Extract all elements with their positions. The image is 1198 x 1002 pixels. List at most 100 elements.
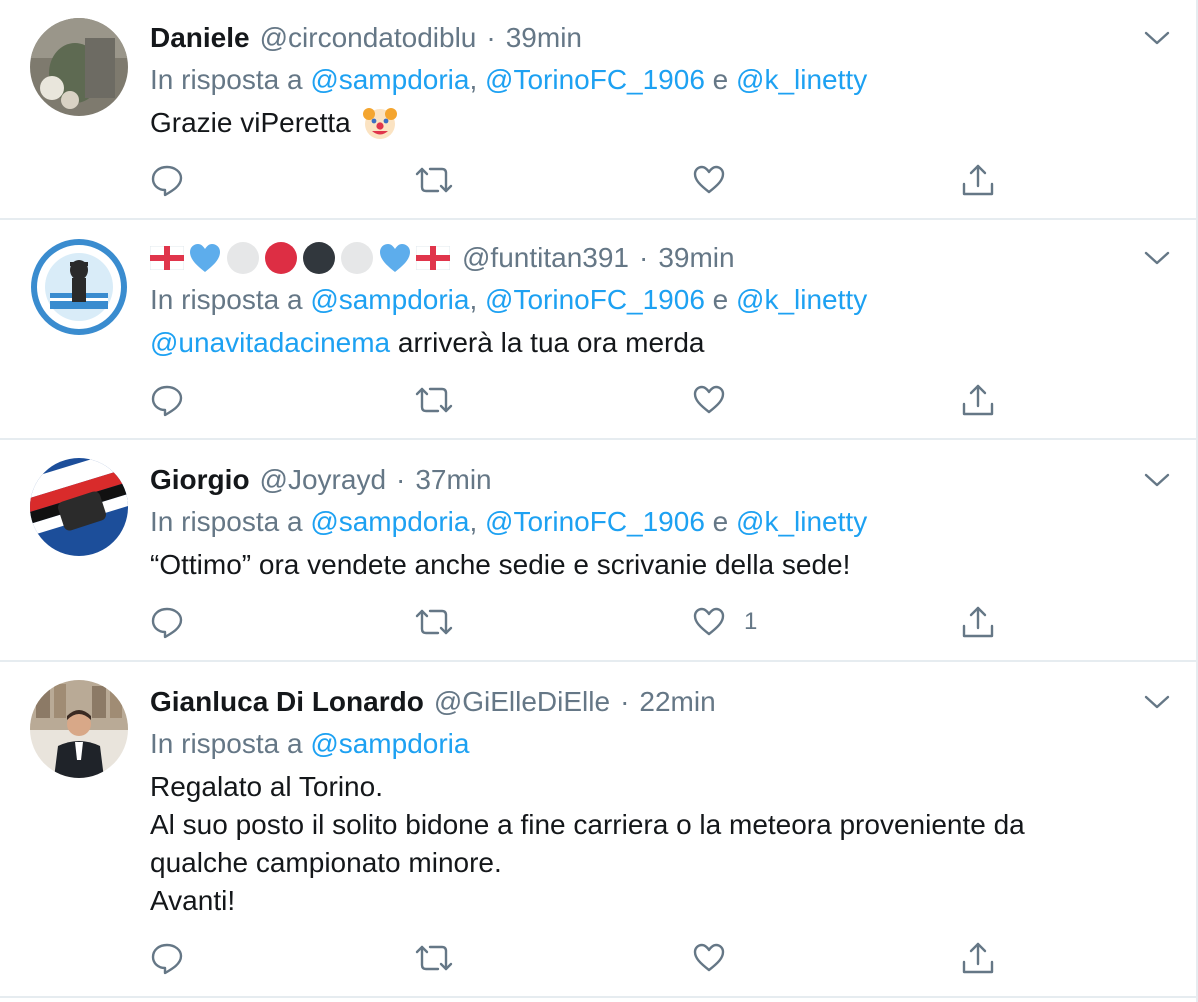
joiner: e xyxy=(704,284,737,315)
mention-link[interactable]: @sampdoria xyxy=(310,284,469,315)
timestamp[interactable]: 37min xyxy=(415,464,491,496)
mention-link[interactable]: @TorinoFC_1906 xyxy=(485,506,705,537)
england-flag-icon xyxy=(416,246,450,270)
tweet-text: “Ottimo” ora vendete anche sedie e scriv… xyxy=(150,546,850,584)
reply-context: In risposta a @sampdoria, @TorinoFC_1906… xyxy=(150,282,867,318)
separator: · xyxy=(486,22,496,53)
like-count: 1 xyxy=(744,608,758,635)
mention-link[interactable]: @sampdoria xyxy=(310,506,469,537)
display-name[interactable]: Giorgio xyxy=(150,464,250,496)
tweet-text: Regalato al Torino. Al suo posto il soli… xyxy=(150,768,1025,920)
user-handle[interactable]: @GiElleDiElle xyxy=(434,686,610,718)
tweet-text: Grazie viPeretta xyxy=(150,104,399,142)
separator: · xyxy=(639,242,649,273)
mention-link[interactable]: @TorinoFC_1906 xyxy=(485,64,705,95)
tweet-card[interactable]: Daniele @circondatodiblu · 39min In risp… xyxy=(0,0,1196,220)
avatar[interactable] xyxy=(30,458,128,556)
tweet-text-line: Al suo posto il solito bidone a fine car… xyxy=(150,809,1025,840)
tweet-header: Giorgio @Joyrayd · 37min xyxy=(150,462,492,498)
retweet-icon[interactable] xyxy=(414,383,454,417)
retweet-icon[interactable] xyxy=(414,941,454,975)
joiner: e xyxy=(704,64,737,95)
tweet-text-content: Grazie viPeretta xyxy=(150,107,351,138)
reply-action[interactable] xyxy=(150,380,184,420)
blue-heart-icon xyxy=(380,244,410,272)
chevron-down-icon[interactable] xyxy=(1144,694,1170,710)
mention-link[interactable]: @k_linetty xyxy=(736,64,867,95)
display-name[interactable]: Daniele xyxy=(150,22,250,54)
joiner: , xyxy=(469,64,486,95)
mention-link[interactable]: @k_linetty xyxy=(736,506,867,537)
like-action[interactable] xyxy=(692,160,744,200)
chevron-down-icon[interactable] xyxy=(1144,472,1170,488)
joiner: , xyxy=(469,284,486,315)
share-icon[interactable] xyxy=(960,382,996,418)
user-handle[interactable]: @Joyrayd xyxy=(260,464,386,496)
chevron-down-icon[interactable] xyxy=(1144,250,1170,266)
share-action[interactable] xyxy=(960,602,996,642)
reply-prefix: In risposta a xyxy=(150,506,303,537)
mention-link[interactable]: @TorinoFC_1906 xyxy=(485,284,705,315)
tweet-text-line: qualche campionato minore. xyxy=(150,847,502,878)
joiner: e xyxy=(704,506,737,537)
like-icon[interactable] xyxy=(692,163,726,197)
chevron-down-icon[interactable] xyxy=(1144,30,1170,46)
mention-link[interactable]: @unavitadacinema xyxy=(150,327,390,358)
like-action[interactable] xyxy=(692,938,744,978)
separator: · xyxy=(396,464,406,495)
white-circle-icon xyxy=(227,242,259,274)
share-action[interactable] xyxy=(960,380,996,420)
share-action[interactable] xyxy=(960,938,996,978)
reply-icon[interactable] xyxy=(150,163,184,197)
like-icon[interactable] xyxy=(692,383,726,417)
display-name[interactable] xyxy=(150,241,450,275)
tweet-header: Daniele @circondatodiblu · 39min xyxy=(150,20,582,56)
display-name[interactable]: Gianluca Di Lonardo xyxy=(150,686,424,718)
reply-icon[interactable] xyxy=(150,941,184,975)
retweet-action[interactable] xyxy=(414,602,454,642)
share-icon[interactable] xyxy=(960,162,996,198)
share-icon[interactable] xyxy=(960,940,996,976)
blue-heart-icon xyxy=(190,244,220,272)
mention-link[interactable]: @k_linetty xyxy=(736,284,867,315)
like-action[interactable] xyxy=(692,380,744,420)
retweet-icon[interactable] xyxy=(414,163,454,197)
mention-link[interactable]: @sampdoria xyxy=(310,64,469,95)
timestamp[interactable]: 22min xyxy=(639,686,715,718)
like-icon[interactable] xyxy=(692,941,726,975)
reply-action[interactable] xyxy=(150,160,184,200)
retweet-icon[interactable] xyxy=(414,605,454,639)
like-action[interactable]: 1 xyxy=(692,602,757,642)
tweet-text-line: Regalato al Torino. xyxy=(150,771,383,802)
avatar[interactable] xyxy=(30,18,128,116)
avatar[interactable] xyxy=(30,238,128,336)
avatar[interactable] xyxy=(30,680,128,778)
retweet-action[interactable] xyxy=(414,380,454,420)
retweet-action[interactable] xyxy=(414,160,454,200)
tweet-text-content: arriverà la tua ora merda xyxy=(397,327,705,358)
timestamp[interactable]: 39min xyxy=(658,242,734,274)
retweet-action[interactable] xyxy=(414,938,454,978)
user-handle[interactable]: @circondatodiblu xyxy=(260,22,477,54)
share-action[interactable] xyxy=(960,160,996,200)
timestamp[interactable]: 39min xyxy=(506,22,582,54)
tweet-header: @funtitan391 · 39min xyxy=(150,240,735,276)
tweet-text-line: Avanti! xyxy=(150,885,236,916)
reply-context: In risposta a @sampdoria, @TorinoFC_1906… xyxy=(150,62,867,98)
user-handle[interactable]: @funtitan391 xyxy=(462,242,629,274)
mention-link[interactable]: @sampdoria xyxy=(310,728,469,759)
reply-action[interactable] xyxy=(150,938,184,978)
clown-face-icon xyxy=(362,108,397,139)
tweet-feed: Daniele @circondatodiblu · 39min In risp… xyxy=(0,0,1198,1002)
england-flag-icon xyxy=(150,246,184,270)
reply-action[interactable] xyxy=(150,602,184,642)
like-icon[interactable] xyxy=(692,605,726,639)
tweet-card[interactable]: @funtitan391 · 39min In risposta a @samp… xyxy=(0,220,1196,440)
reply-prefix: In risposta a xyxy=(150,728,303,759)
reply-icon[interactable] xyxy=(150,605,184,639)
share-icon[interactable] xyxy=(960,604,996,640)
tweet-card[interactable]: Giorgio @Joyrayd · 37min In risposta a @… xyxy=(0,440,1196,662)
tweet-card[interactable]: Gianluca Di Lonardo @GiElleDiElle · 22mi… xyxy=(0,662,1196,998)
joiner: , xyxy=(469,506,486,537)
reply-icon[interactable] xyxy=(150,383,184,417)
